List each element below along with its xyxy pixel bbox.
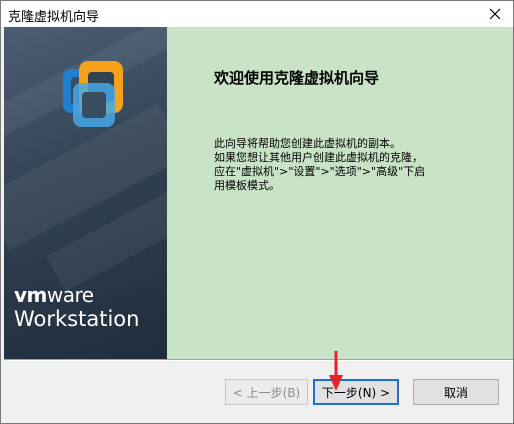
next-button[interactable]: 下一步(N) >: [313, 379, 399, 405]
welcome-panel: 欢迎使用克隆虚拟机向导 此向导将帮助您创建此虚拟机的副本。 如果您想让其他用户创…: [167, 27, 513, 359]
vmware-wordmark: vmware: [14, 283, 94, 307]
title-bar[interactable]: 克隆虚拟机向导: [1, 1, 513, 27]
close-button[interactable]: [481, 3, 509, 25]
close-icon: [489, 8, 501, 20]
back-button[interactable]: < 上一步(B): [225, 379, 308, 405]
annotation-arrow-icon: [329, 351, 343, 391]
description-line: 用模板模式。: [214, 179, 280, 192]
description-line: 应在"虚拟机">"设置">"选项">"高级"下启: [214, 165, 426, 178]
wizard-banner: vmware Workstation: [4, 27, 167, 359]
description-line: 如果您想让其他用户创建此虚拟机的克隆，: [214, 151, 423, 164]
clone-vm-wizard-window: 克隆虚拟机向导 vmware Workstation 欢迎使用克隆虚拟机向导 此…: [0, 0, 514, 424]
wizard-description: 此向导将帮助您创建此虚拟机的副本。 如果您想让其他用户创建此虚拟机的克隆， 应在…: [214, 137, 464, 193]
page-title: 欢迎使用克隆虚拟机向导: [214, 69, 380, 87]
product-name: Workstation: [14, 307, 140, 331]
description-line: 此向导将帮助您创建此虚拟机的副本。: [214, 137, 401, 150]
vmware-workstation-logo-icon: [63, 61, 123, 127]
cancel-button[interactable]: 取消: [413, 379, 499, 405]
footer-divider: [4, 359, 513, 361]
window-title: 克隆虚拟机向导: [8, 10, 100, 25]
